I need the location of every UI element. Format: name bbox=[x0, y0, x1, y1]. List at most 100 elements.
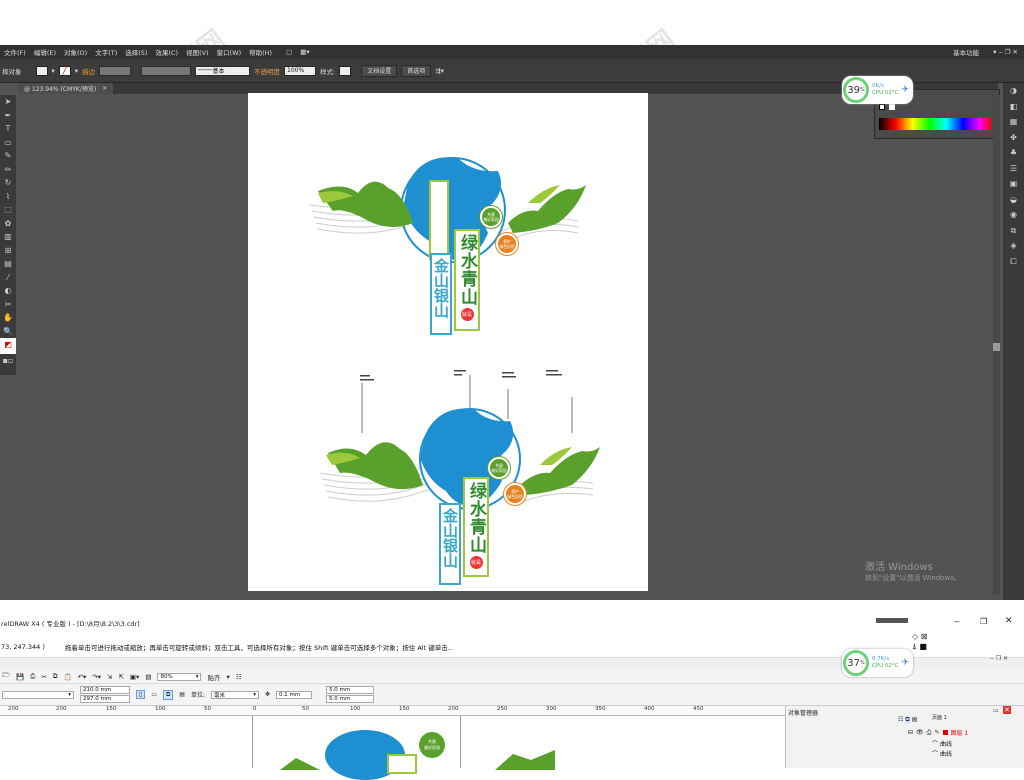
stroke-label[interactable]: 描边 bbox=[82, 66, 95, 76]
print-icon[interactable]: ⎙ bbox=[30, 672, 35, 681]
symbols-icon[interactable]: ♣ bbox=[1003, 145, 1024, 161]
undo-icon[interactable]: ↶▾ bbox=[78, 673, 87, 681]
edit-across-layers-icon[interactable]: ⧉ bbox=[905, 716, 910, 724]
landscape-icon[interactable]: ▭ bbox=[151, 691, 157, 698]
menu-effect[interactable]: 效果(C) bbox=[155, 47, 178, 57]
layer-row[interactable]: ⊟ 👁 ⎙ ✎ 图层 1 bbox=[908, 728, 968, 738]
object-item[interactable]: ⌒ 曲线 bbox=[932, 739, 952, 748]
snap-to-dropdown[interactable]: 贴齐 bbox=[207, 672, 220, 682]
color-guide-icon[interactable]: ◧ bbox=[1003, 99, 1024, 115]
gradient-panel-icon[interactable]: ▣ bbox=[1003, 176, 1024, 192]
preferences-button[interactable]: 首选项 bbox=[401, 64, 432, 77]
swatches-icon[interactable]: ▦ bbox=[1003, 114, 1024, 130]
duplicate-y-field[interactable]: 5.0 mm bbox=[326, 695, 375, 703]
portrait-icon[interactable]: ▯ bbox=[136, 690, 146, 699]
paste-icon[interactable]: 📋 bbox=[63, 673, 71, 681]
warp-tool-icon[interactable]: ⌇ bbox=[0, 190, 16, 204]
brushes-icon[interactable]: ✤ bbox=[1003, 130, 1024, 146]
layer-manager-icon[interactable]: ▤ bbox=[912, 716, 918, 724]
stroke-panel-icon[interactable]: ☰ bbox=[1003, 161, 1024, 177]
appearance-icon[interactable]: ◉ bbox=[1003, 207, 1024, 223]
doc-window-controls[interactable]: ‒ ❐ ✕ bbox=[990, 655, 1008, 662]
units-dropdown[interactable]: 毫米 ▾ bbox=[210, 690, 259, 699]
menu-view[interactable]: 视图(V) bbox=[186, 47, 209, 57]
fill-swatch[interactable] bbox=[35, 65, 48, 76]
menu-edit[interactable]: 编辑(E) bbox=[34, 47, 56, 57]
panel-minimize-icon[interactable]: ▭ bbox=[993, 707, 999, 714]
layers-icon[interactable]: ◈ bbox=[1003, 238, 1024, 254]
symbol-tool-icon[interactable]: ✿ bbox=[0, 217, 16, 231]
duplicate-x-field[interactable]: 5.0 mm bbox=[326, 686, 375, 694]
artboards-icon[interactable]: ⧠ bbox=[1003, 254, 1024, 270]
artboard[interactable]: 绿水青山 就是 金山银山 共建 美好家园 保护 绿色自然 绿水青山 就是 金山银山 … bbox=[248, 93, 648, 591]
eye-icon[interactable]: 👁 bbox=[916, 729, 924, 736]
redo-icon[interactable]: ↷▾ bbox=[92, 673, 101, 681]
zoom-level-dropdown[interactable]: 80% ▾ bbox=[157, 672, 202, 681]
close-button[interactable]: ✕ bbox=[1005, 616, 1013, 626]
variable-width-dropdown[interactable] bbox=[141, 65, 192, 76]
print-layer-icon[interactable]: ⎙ bbox=[927, 729, 932, 737]
eyedropper-tool-icon[interactable]: ⁄ bbox=[0, 271, 16, 285]
fill-stroke-icon[interactable]: ◩ bbox=[0, 338, 16, 354]
document-tab[interactable]: @ 123.94% (CMYK/预览) × bbox=[18, 83, 114, 94]
open-icon[interactable]: 🗁 bbox=[2, 671, 10, 682]
brush-tool-icon[interactable]: ✎ bbox=[0, 149, 16, 163]
drawing-canvas[interactable]: 共建 美好家园 bbox=[0, 716, 785, 780]
pencil-tool-icon[interactable]: ✏ bbox=[0, 163, 16, 177]
copy-icon[interactable]: ⧉ bbox=[53, 672, 58, 681]
layout-icon[interactable]: ▢ bbox=[286, 48, 292, 56]
outline-tool-icon[interactable]: ⍋ ■ bbox=[912, 642, 927, 652]
page-width-field[interactable]: 210.0 mm bbox=[80, 686, 130, 694]
stroke-swatch[interactable]: ╱ bbox=[58, 65, 71, 76]
selection-tool-icon[interactable]: ➤ bbox=[0, 95, 16, 109]
cpu-monitor-widget-2[interactable]: 37% 0.7K/s CPU 52°C ✈ bbox=[842, 649, 914, 677]
page-height-field[interactable]: 297.0 mm bbox=[80, 695, 130, 703]
opacity-label[interactable]: 不透明度 bbox=[254, 66, 280, 76]
workspace-switcher[interactable]: 基本功能 bbox=[953, 47, 979, 57]
mesh-tool-icon[interactable]: ⊞ bbox=[0, 244, 16, 258]
style-swatch[interactable] bbox=[339, 65, 352, 76]
stroke-weight-field[interactable] bbox=[99, 65, 132, 76]
white-swatch[interactable] bbox=[889, 104, 895, 110]
all-pages-icon[interactable]: ⧉ bbox=[162, 689, 174, 700]
menu-object[interactable]: 对象(O) bbox=[64, 47, 87, 57]
save-icon[interactable]: 💾 bbox=[16, 673, 24, 681]
cpu-monitor-widget[interactable]: 39% 0K/s CPU 52°C ✈ bbox=[842, 76, 914, 104]
window-controls[interactable]: ▾ ‒ ❐ ✕ bbox=[993, 48, 1018, 56]
menu-window[interactable]: 窗口(W) bbox=[217, 47, 242, 57]
arrange-docs-icon[interactable]: ⇶▾ bbox=[435, 67, 444, 75]
minimize-button[interactable]: ‒ bbox=[954, 617, 960, 627]
document-setup-button[interactable]: 文档设置 bbox=[361, 64, 398, 77]
blend-tool-icon[interactable]: ◐ bbox=[0, 284, 16, 298]
boost-icon-2[interactable]: ✈ bbox=[902, 658, 910, 668]
opacity-field[interactable]: 100% bbox=[284, 65, 317, 76]
rectangle-tool-icon[interactable]: ▭ bbox=[0, 136, 16, 150]
maximize-button[interactable]: ❐ bbox=[980, 617, 987, 626]
hand-tool-icon[interactable]: ✋ bbox=[0, 311, 16, 325]
welcome-icon[interactable]: ▤ bbox=[145, 673, 151, 681]
menu-select[interactable]: 选择(S) bbox=[125, 47, 147, 57]
launcher-icon[interactable]: ▣▾ bbox=[130, 673, 139, 681]
stroke-style-dropdown[interactable]: ──── 基本 bbox=[195, 65, 251, 76]
nudge-distance-field[interactable]: 0.1 mm bbox=[276, 690, 313, 699]
graph-tool-icon[interactable]: ▥ bbox=[0, 230, 16, 244]
fill-tool-icon[interactable]: ◇ ⊠ bbox=[912, 632, 927, 641]
panel-close-icon[interactable]: ✕ bbox=[1003, 706, 1011, 714]
arrange-icon[interactable]: ▦▾ bbox=[300, 48, 309, 56]
boost-icon[interactable]: ✈ bbox=[902, 85, 910, 95]
import-icon[interactable]: ⇲ bbox=[107, 673, 112, 681]
paper-type-dropdown[interactable]: ▾ bbox=[2, 690, 74, 699]
free-transform-icon[interactable]: ⬚ bbox=[0, 203, 16, 217]
scissors-tool-icon[interactable]: ✂ bbox=[0, 298, 16, 312]
rotate-tool-icon[interactable]: ↻ bbox=[0, 176, 16, 190]
object-item[interactable]: ⌒ 曲线 bbox=[932, 749, 952, 758]
color-mode-icon[interactable]: ▪▫ bbox=[0, 354, 16, 368]
edit-layer-icon[interactable]: ✎ bbox=[934, 729, 939, 736]
none-swatch[interactable] bbox=[879, 104, 885, 110]
transparency-icon[interactable]: ◒ bbox=[1003, 192, 1024, 208]
pen-tool-icon[interactable]: ✒ bbox=[0, 109, 16, 123]
menu-file[interactable]: 文件(F) bbox=[4, 47, 26, 57]
zoom-tool-icon[interactable]: 🔍 bbox=[0, 325, 16, 339]
options-icon[interactable]: ☷ bbox=[236, 673, 242, 681]
close-tab-icon[interactable]: × bbox=[102, 85, 107, 92]
